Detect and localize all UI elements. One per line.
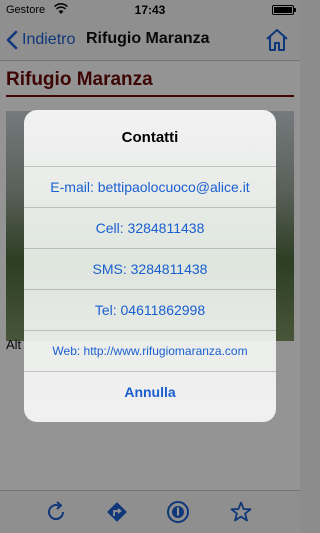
sms-option[interactable]: SMS: 3284811438	[24, 248, 276, 290]
cancel-button[interactable]: Annulla	[24, 371, 276, 413]
cell-option[interactable]: Cell: 3284811438	[24, 207, 276, 249]
contacts-dialog: Contatti E-mail: bettipaolocuoco@alice.i…	[24, 110, 276, 422]
email-option[interactable]: E-mail: bettipaolocuoco@alice.it	[24, 166, 276, 208]
tel-option[interactable]: Tel: 04611862998	[24, 289, 276, 331]
web-option[interactable]: Web: http://www.rifugiomaranza.com	[24, 330, 276, 372]
dialog-title: Contatti	[121, 129, 179, 146]
